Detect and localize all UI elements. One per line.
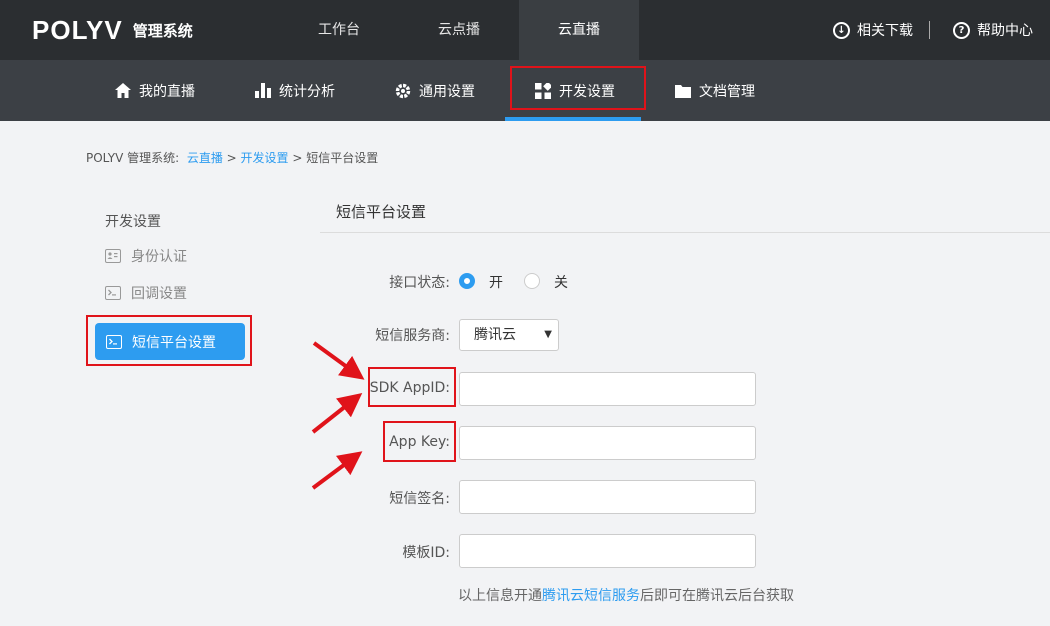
download-icon: ↓	[833, 21, 850, 39]
breadcrumb-live-link[interactable]: 云直播	[187, 151, 223, 165]
template-label: 模板ID:	[402, 545, 450, 561]
hint-text: 以上信息开通腾讯云短信服务后即可在腾讯云后台获取	[458, 585, 794, 605]
annotation-box-appkey	[383, 421, 456, 462]
provider-value: 腾讯云	[474, 327, 516, 343]
arrow-3	[311, 451, 363, 490]
folder-icon	[675, 84, 691, 98]
breadcrumb-current: 短信平台设置	[306, 151, 379, 165]
sidebar-heading: 开发设置	[105, 214, 161, 230]
sub-nav-label: 我的直播	[139, 83, 195, 100]
hint-before: 以上信息开通	[458, 588, 542, 604]
download-label: 相关下载	[857, 23, 913, 39]
top-nav-workbench[interactable]: 工作台	[279, 0, 399, 60]
gear-icon	[395, 83, 411, 98]
terminal-icon	[105, 286, 121, 300]
annotation-box-dev-settings	[510, 66, 646, 110]
active-tab-indicator	[505, 117, 641, 121]
annotation-box-sms-platform	[86, 315, 252, 366]
sidebar-item-label: 身份认证	[131, 249, 187, 265]
provider-select[interactable]: 腾讯云 ▼	[459, 319, 559, 351]
arrow-2	[311, 393, 363, 434]
hint-after: 后即可在腾讯云后台获取	[640, 588, 794, 604]
sign-input[interactable]	[459, 480, 756, 514]
help-label: 帮助中心	[977, 23, 1033, 39]
status-off-label: 关	[554, 275, 568, 291]
logo-text: POLYV	[32, 14, 123, 45]
download-link[interactable]: ↓ 相关下载	[833, 0, 913, 60]
help-icon: ?	[953, 21, 970, 39]
help-link[interactable]: ? 帮助中心	[953, 0, 1033, 60]
annotation-arrows	[311, 341, 365, 490]
breadcrumb-separator: >	[226, 151, 237, 165]
sub-nav-documents[interactable]: 文档管理	[675, 60, 755, 121]
panel-title: 短信平台设置	[336, 203, 427, 221]
sub-nav-label: 通用设置	[419, 83, 475, 100]
status-label: 接口状态:	[389, 275, 450, 291]
sub-nav-label: 统计分析	[279, 83, 335, 100]
tencent-sms-link[interactable]: 腾讯云短信服务	[542, 588, 640, 604]
home-icon	[115, 83, 131, 98]
annotation-box-appid	[368, 367, 456, 407]
top-nav-vod[interactable]: 云点播	[399, 0, 519, 60]
logo[interactable]: POLYV 管理系统	[32, 14, 193, 45]
top-nav-live[interactable]: 云直播	[519, 0, 639, 60]
appid-input[interactable]	[459, 372, 756, 406]
logo-subtitle: 管理系统	[132, 21, 193, 40]
caret-down-icon: ▼	[544, 329, 552, 340]
appkey-input[interactable]	[459, 426, 756, 460]
sub-nav-label: 文档管理	[699, 83, 755, 100]
breadcrumb: POLYV 管理系统: 云直播 > 开发设置 > 短信平台设置	[86, 149, 378, 166]
sub-nav-statistics[interactable]: 统计分析	[255, 60, 335, 121]
template-input[interactable]	[459, 534, 756, 568]
breadcrumb-dev-settings-link[interactable]: 开发设置	[241, 151, 289, 165]
status-on-label: 开	[489, 275, 503, 291]
sidebar-item-callback[interactable]: 回调设置	[105, 283, 187, 303]
breadcrumb-separator: >	[292, 151, 303, 165]
status-on-radio[interactable]	[459, 273, 475, 289]
sub-nav-general-settings[interactable]: 通用设置	[395, 60, 475, 121]
id-card-icon	[105, 249, 121, 263]
sidebar-item-identity[interactable]: 身份认证	[105, 246, 187, 266]
top-bar: POLYV 管理系统 工作台 云点播 云直播 ↓ 相关下载 ? 帮助中心	[0, 0, 1050, 60]
panel-divider	[320, 232, 1050, 233]
sub-nav-my-live[interactable]: 我的直播	[115, 60, 195, 121]
bar-chart-icon	[255, 83, 271, 98]
top-separator	[929, 21, 930, 39]
arrow-1	[312, 341, 365, 380]
breadcrumb-root: POLYV 管理系统:	[86, 151, 180, 165]
status-off-radio[interactable]	[524, 273, 540, 289]
sidebar-item-label: 回调设置	[131, 286, 187, 302]
